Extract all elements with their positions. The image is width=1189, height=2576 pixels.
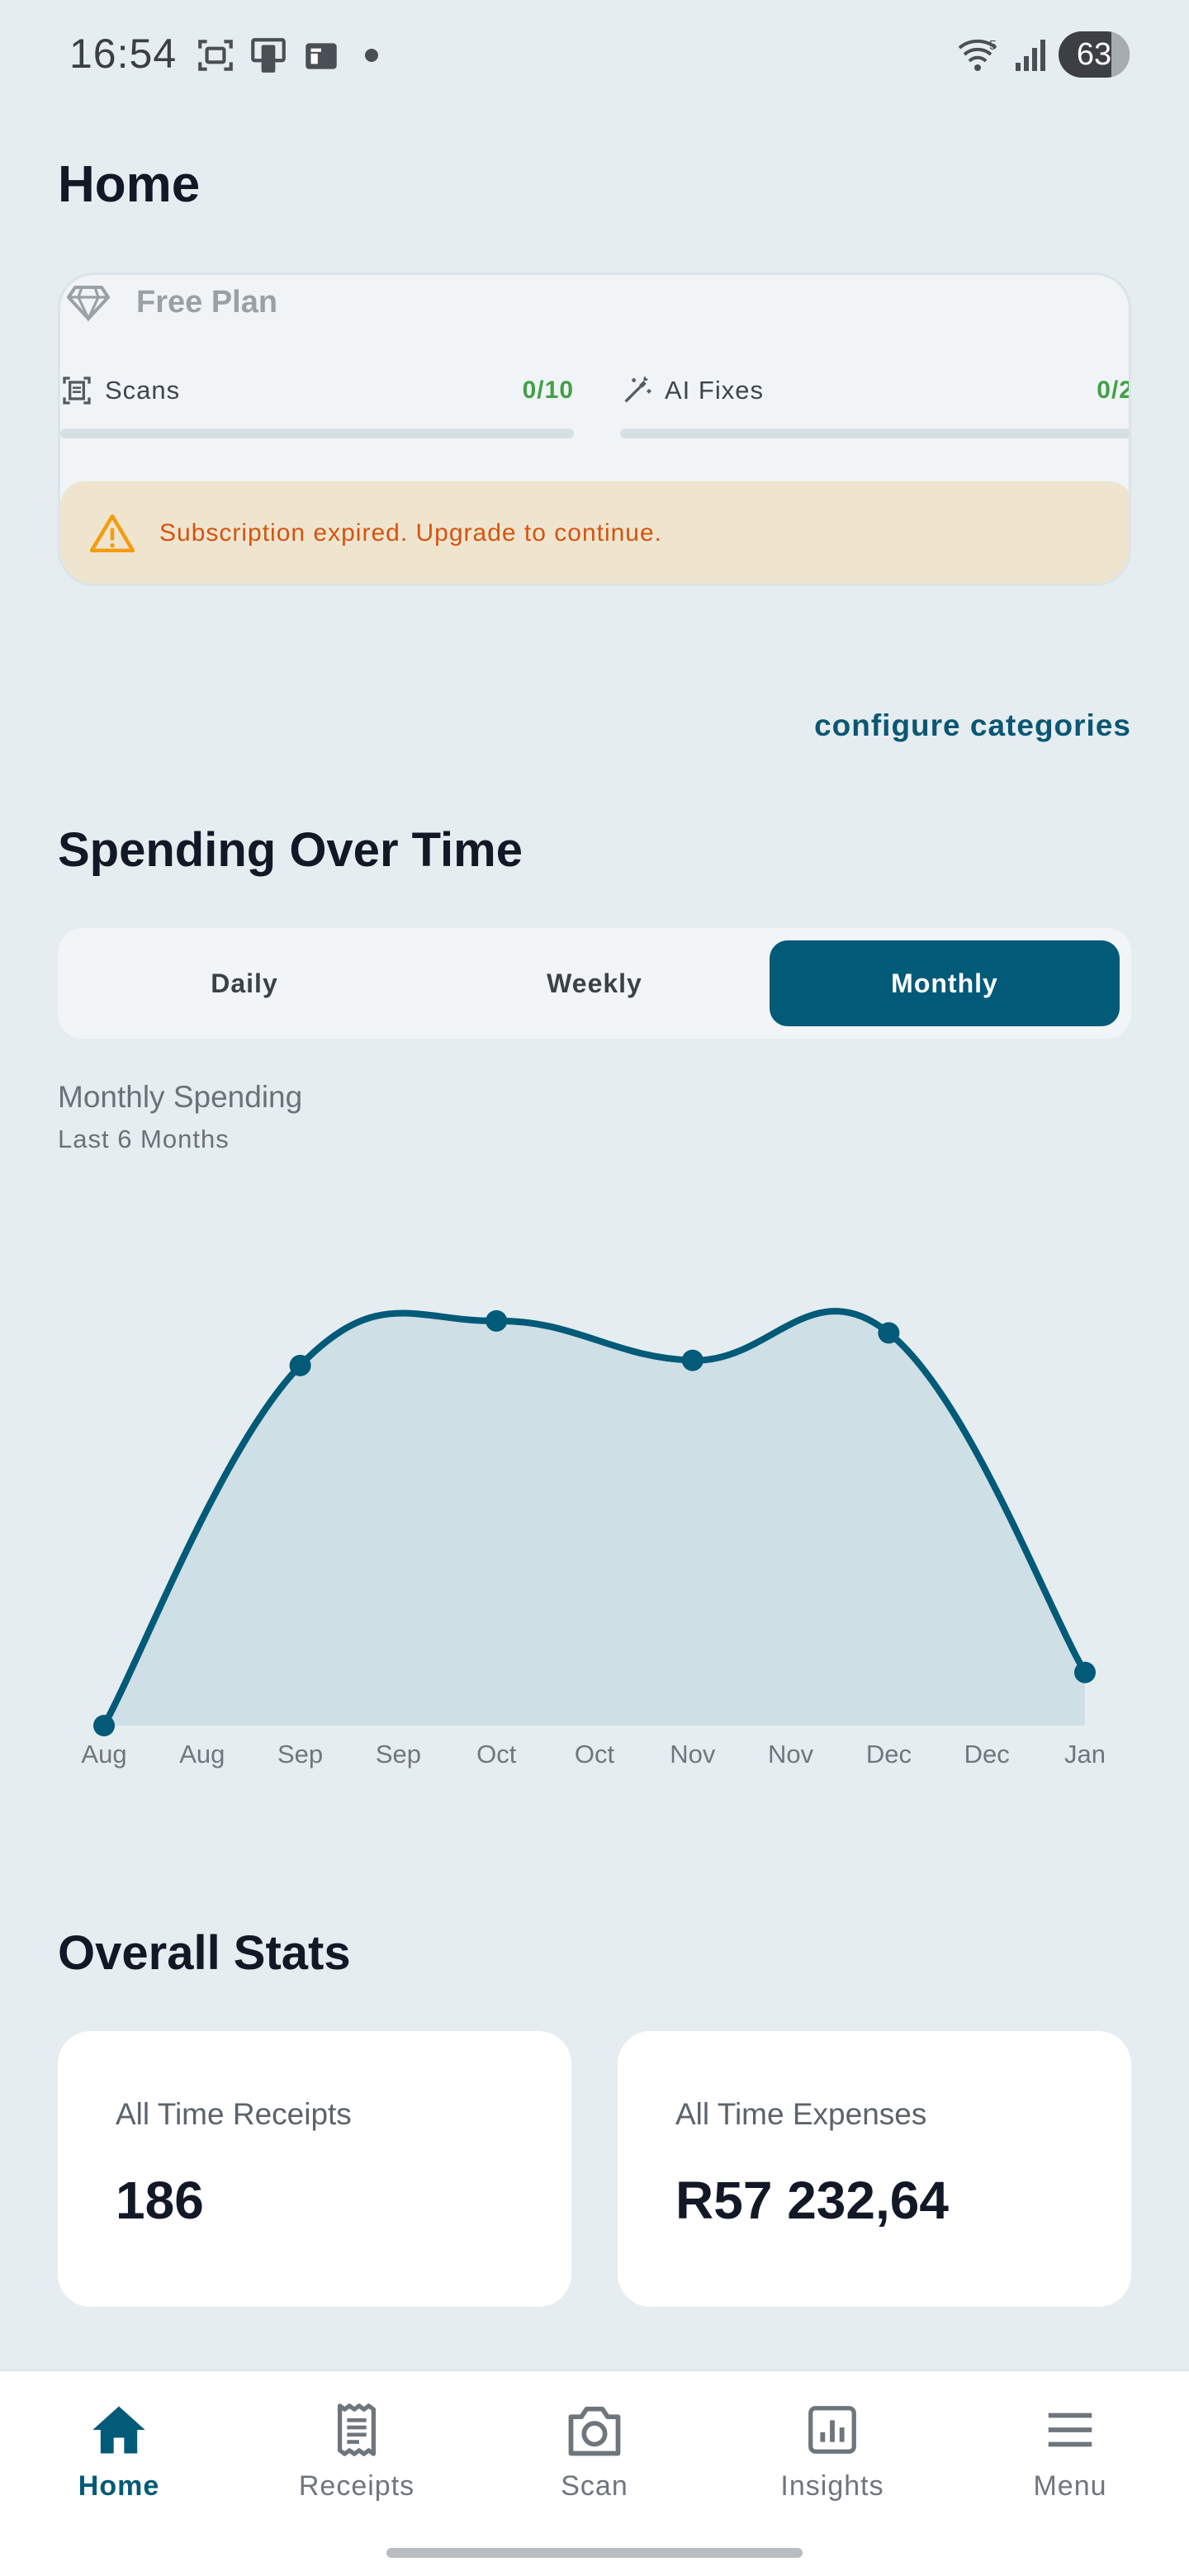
receipts-stat-label: All Time Receipts (116, 2097, 352, 2131)
x-tick-label: Nov (768, 1740, 814, 1769)
alert-text: Subscription expired. Upgrade to continu… (159, 519, 663, 547)
chart-point-jan[interactable] (1074, 1661, 1096, 1683)
nav-home[interactable]: Home (20, 2401, 218, 2503)
period-toggle: Daily Weekly Monthly (58, 928, 1131, 1039)
camera-icon (568, 2406, 621, 2456)
expenses-stat-value: R57 232,64 (675, 2171, 949, 2230)
page-title: Home (58, 156, 201, 213)
screenshot-icon (198, 40, 233, 71)
chart-area-fill (104, 1311, 1085, 1726)
monthly-spending-chart: Aug Aug Sep Sep Oct Oct Nov Nov Dec Dec Jan (81, 1308, 1106, 1769)
warning-icon (90, 514, 135, 553)
bottom-navigation: Home Receipts Scan Insights Menu (0, 2370, 1189, 2576)
chart-title: Monthly Spending (58, 1080, 303, 1114)
x-tick-label: Oct (575, 1740, 615, 1769)
scans-meter: Scans 0/10 (60, 374, 574, 438)
ai-fixes-progress-bar (620, 429, 1129, 438)
x-tick-label: Sep (376, 1740, 421, 1769)
receipt-icon (337, 2403, 377, 2456)
scan-icon (63, 376, 91, 405)
tab-monthly[interactable]: Monthly (770, 940, 1120, 1026)
tab-weekly[interactable]: Weekly (419, 940, 770, 1026)
nav-scan[interactable]: Scan (495, 2401, 694, 2503)
wallet-icon (306, 43, 337, 69)
nav-menu-label: Menu (1033, 2470, 1107, 2502)
wifi-icon: 5 (958, 39, 997, 71)
diamond-icon (67, 286, 110, 322)
spending-section-title: Spending Over Time (58, 823, 523, 877)
nav-receipts[interactable]: Receipts (258, 2401, 456, 2503)
receipts-stat-value: 186 (116, 2171, 204, 2230)
scans-count: 0/10 (522, 376, 574, 404)
svg-text:5: 5 (989, 39, 997, 53)
ai-fixes-label: AI Fixes (665, 376, 764, 405)
system-status: 5 63 (956, 31, 1130, 78)
battery-indicator: 63 (1059, 31, 1130, 78)
chart-point-oct[interactable] (486, 1309, 508, 1332)
chart-point-dec[interactable] (878, 1322, 900, 1344)
status-time: 16:54 (69, 31, 178, 77)
x-tick-label: Dec (866, 1740, 912, 1769)
scans-label: Scans (105, 376, 181, 405)
nav-menu[interactable]: Menu (971, 2401, 1169, 2503)
x-tick-label: Nov (670, 1740, 716, 1769)
chart-point-aug[interactable] (93, 1715, 115, 1736)
chart-subtitle: Last 6 Months (58, 1125, 230, 1153)
x-tick-label: Aug (81, 1740, 126, 1769)
phone-link-icon (251, 38, 286, 73)
ai-fixes-count: 0/2 (1097, 376, 1131, 404)
x-tick-label: Jan (1064, 1740, 1106, 1769)
more-notifications-dot (365, 49, 378, 62)
home-icon (92, 2406, 145, 2454)
subscription-alert[interactable]: Subscription expired. Upgrade to continu… (60, 481, 1129, 584)
receipts-stat-card[interactable]: All Time Receipts 186 (58, 2031, 571, 2307)
expenses-stat-label: All Time Expenses (675, 2097, 927, 2131)
notification-icons (195, 35, 378, 76)
scans-progress-bar (60, 429, 574, 438)
menu-icon (1048, 2413, 1092, 2447)
nav-home-label: Home (78, 2470, 160, 2502)
x-tick-label: Dec (964, 1740, 1010, 1769)
status-bar: 16:54 5 63 (0, 0, 1189, 107)
plan-card[interactable]: Free Plan Scans 0/10 AI Fixes 0/2 Subscr… (58, 272, 1131, 586)
ai-fixes-meter: AI Fixes 0/2 (620, 374, 1131, 438)
x-tick-label: Oct (476, 1740, 517, 1769)
nav-insights[interactable]: Insights (733, 2401, 931, 2503)
x-tick-label: Aug (179, 1740, 225, 1769)
overall-stats-title: Overall Stats (58, 1926, 351, 1980)
insights-icon (808, 2406, 856, 2454)
expenses-stat-card[interactable]: All Time Expenses R57 232,64 (618, 2031, 1131, 2307)
chart-point-sep[interactable] (289, 1354, 311, 1376)
configure-categories-link[interactable]: configure categories (814, 708, 1131, 743)
nav-insights-label: Insights (780, 2470, 884, 2502)
tab-daily[interactable]: Daily (69, 940, 419, 1026)
x-tick-label: Sep (277, 1740, 323, 1769)
home-indicator (386, 2548, 803, 2558)
nav-receipts-label: Receipts (298, 2470, 415, 2502)
plan-title: Free Plan (136, 284, 278, 320)
nav-scan-label: Scan (561, 2470, 628, 2502)
signal-icon (1016, 40, 1045, 71)
magic-wand-icon (624, 376, 651, 403)
chart-point-nov[interactable] (681, 1349, 703, 1371)
plan-header: Free Plan (65, 282, 277, 323)
